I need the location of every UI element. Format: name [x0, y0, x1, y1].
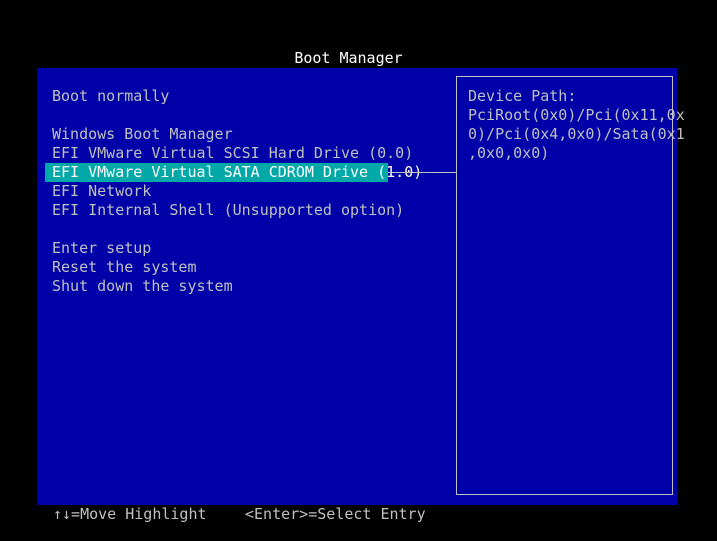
device-path-line: ,0x0,0x0): [468, 144, 550, 162]
page-title: Boot Manager: [294, 49, 403, 67]
menu-item-sata-cdrom-drive[interactable]: EFI VMware Virtual SATA CDROM Drive (1.0…: [45, 163, 422, 182]
help-text: Device Path: PciRoot(0x0)/Pci(0x11,0x 0)/P…: [468, 87, 685, 163]
device-path-label: Device Path:: [468, 87, 577, 105]
selection-connector-line: [388, 172, 456, 173]
menu-item-enter-setup[interactable]: Enter setup: [52, 239, 151, 258]
menu-item-efi-network[interactable]: EFI Network: [52, 182, 151, 201]
boot-menu-panel: Boot normally Windows Boot Manager EFI V…: [37, 68, 685, 505]
footer-select-hint: <Enter>=Select Entry: [245, 505, 426, 523]
menu-item-shut-down[interactable]: Shut down the system: [52, 277, 233, 296]
device-path-line: 0)/Pci(0x4,0x0)/Sata(0x1: [468, 125, 685, 143]
menu-item-efi-internal-shell[interactable]: EFI Internal Shell (Unsupported option): [52, 201, 404, 220]
menu-item-boot-normally[interactable]: Boot normally: [52, 87, 169, 106]
menu-item-scsi-hard-drive[interactable]: EFI VMware Virtual SCSI Hard Drive (0.0): [52, 144, 413, 163]
menu-item-reset-system[interactable]: Reset the system: [52, 258, 197, 277]
device-path-line: PciRoot(0x0)/Pci(0x11,0x: [468, 106, 685, 124]
footer-move-hint: ↑↓=Move Highlight: [53, 505, 207, 523]
help-panel: Device Path: PciRoot(0x0)/Pci(0x11,0x 0)/P…: [456, 76, 685, 495]
menu-item-windows-boot-manager[interactable]: Windows Boot Manager: [52, 125, 233, 144]
